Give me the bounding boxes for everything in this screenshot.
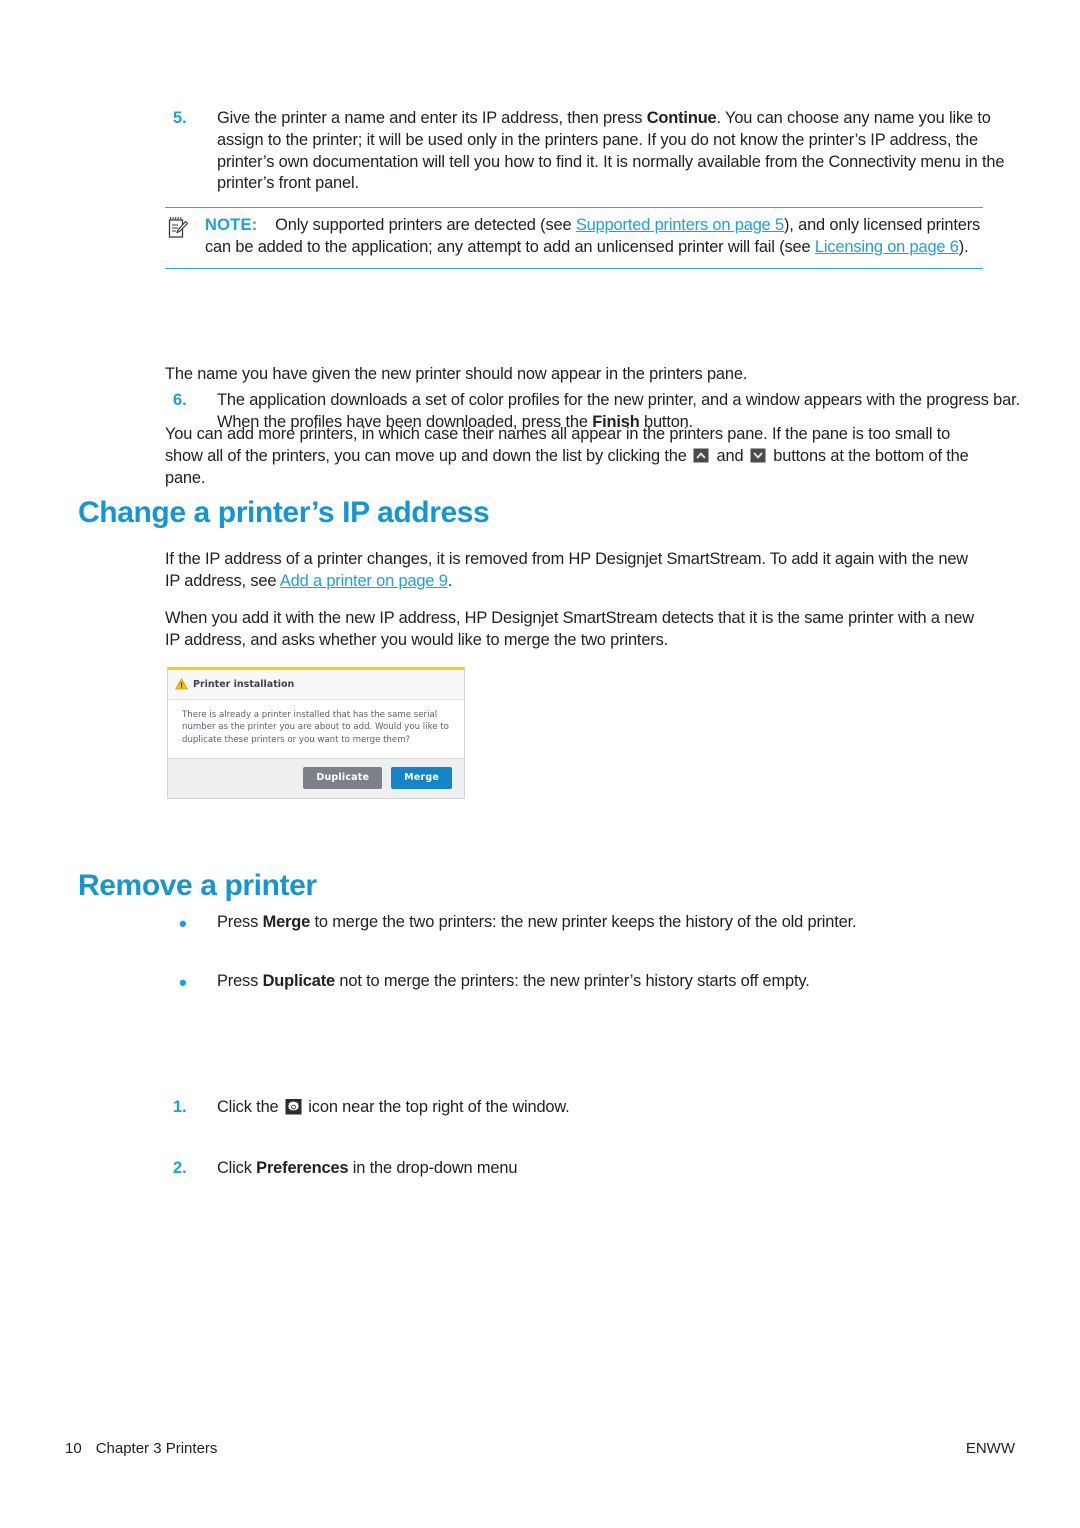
paragraph-change-ip-2: When you add it with the new IP address,… [165, 608, 983, 652]
remove-step-2-text-a: Click [217, 1159, 257, 1178]
paragraph-name-appears-text: The name you have given the new printer … [165, 365, 748, 383]
dialog-body-text: There is already a printer installed tha… [182, 710, 449, 745]
note-body: NOTE: Only supported printers are detect… [165, 215, 983, 259]
page-number: 10 [65, 1440, 82, 1457]
paragraph-name-appears: The name you have given the new printer … [165, 364, 983, 386]
bullet-merge-bold: Merge [262, 912, 311, 931]
list-item-bullet-duplicate: • Press Duplicate not to merge the print… [165, 971, 1035, 993]
page-heading-remove-printer: Remove a printer [78, 869, 317, 902]
page-footer-left: 10 Chapter 3 Printers [65, 1440, 217, 1457]
bullet-marker: • [179, 910, 187, 936]
scroll-down-button-icon [750, 447, 767, 464]
bullet-duplicate-bold: Duplicate [262, 971, 336, 990]
paragraph-change-ip-1-text: If the IP address of a printer changes, … [165, 549, 983, 593]
bullet-duplicate-text-b: not to merge the printers: the new print… [335, 971, 810, 990]
duplicate-button[interactable]: Duplicate [303, 767, 383, 790]
scroll-up-button-icon [693, 447, 710, 464]
bullet-merge-text-a: Press [217, 912, 263, 931]
note-text-a: Only supported printers are detected (se… [275, 216, 576, 234]
list-item-remove-step-1: 1. Click the icon near the top right of … [165, 1097, 1035, 1119]
bullet-duplicate-text-a: Press [217, 971, 263, 990]
bullet-merge-text: Press Merge to merge the two printers: t… [217, 912, 1035, 934]
link-supported-printers[interactable]: Supported printers on page 5 [576, 216, 784, 234]
dialog-title-bar: Printer installation [168, 670, 464, 700]
step-marker: 2. [173, 1159, 187, 1178]
dialog-title-text: Printer installation [193, 679, 295, 690]
step-marker: 6. [173, 391, 187, 410]
paragraph-add-more-printers: You can add more printers, in which case… [165, 424, 983, 489]
note-text-c: ). [958, 237, 969, 256]
document-page: 5. Give the printer a name and enter its… [0, 0, 1080, 1528]
remove-step-2-text: Click Preferences in the drop-down menu [217, 1158, 1035, 1180]
link-licensing[interactable]: Licensing on page 6 [815, 238, 959, 256]
dialog-body: There is already a printer installed tha… [168, 700, 464, 759]
paragraph-change-ip-1: If the IP address of a printer changes, … [165, 549, 983, 593]
printer-installation-dialog-figure: Printer installation There is already a … [167, 667, 465, 800]
remove-step-2-bold-preferences: Preferences [256, 1159, 349, 1178]
step-5-text: Give the printer a name and enter its IP… [217, 108, 1035, 195]
step-marker: 5. [173, 109, 187, 127]
list-item-remove-step-2: 2. Click Preferences in the drop-down me… [165, 1158, 1035, 1180]
list-item-step-5: 5. Give the printer a name and enter its… [165, 108, 1035, 195]
chapter-label: Chapter 3 Printers [95, 1440, 218, 1457]
list-item-bullet-merge: • Press Merge to merge the two printers:… [165, 912, 1035, 934]
para-more-text-b: and [712, 446, 748, 465]
bullet-merge-text-b: to merge the two printers: the new print… [310, 912, 857, 931]
paragraph-add-more-printers-text: You can add more printers, in which case… [165, 424, 983, 489]
dialog-button-bar: Duplicate Merge [168, 758, 464, 799]
locale-label: ENWW [965, 1440, 1015, 1457]
remove-step-1-text-b: icon near the top right of the window. [303, 1097, 570, 1116]
note-pencil-icon [167, 216, 189, 240]
step-5-text-a: Give the printer a name and enter its IP… [217, 109, 647, 127]
merge-button[interactable]: Merge [391, 767, 452, 790]
page-footer: 10 Chapter 3 Printers ENWW [65, 1440, 1015, 1457]
note-admonition: NOTE: Only supported printers are detect… [165, 207, 983, 269]
page-heading-change-ip: Change a printer’s IP address [78, 496, 490, 529]
remove-step-2-text-b: in the drop-down menu [348, 1159, 518, 1178]
paragraph-change-ip-2-text: When you add it with the new IP address,… [165, 609, 974, 649]
remove-step-1-text: Click the icon near the top right of the… [217, 1097, 1035, 1119]
change-ip-1-text-b: . [447, 571, 453, 590]
remove-step-1-text-a: Click the [217, 1097, 283, 1116]
bullet-duplicate-text: Press Duplicate not to merge the printer… [217, 971, 1035, 993]
gear-settings-icon [285, 1098, 302, 1115]
note-label: NOTE: [205, 216, 258, 234]
step-5-bold-continue: Continue [646, 109, 717, 127]
link-add-a-printer[interactable]: Add a printer on page 9 [280, 572, 448, 590]
warning-triangle-icon [175, 675, 188, 694]
step-marker: 1. [173, 1097, 187, 1116]
bullet-marker: • [179, 969, 187, 995]
